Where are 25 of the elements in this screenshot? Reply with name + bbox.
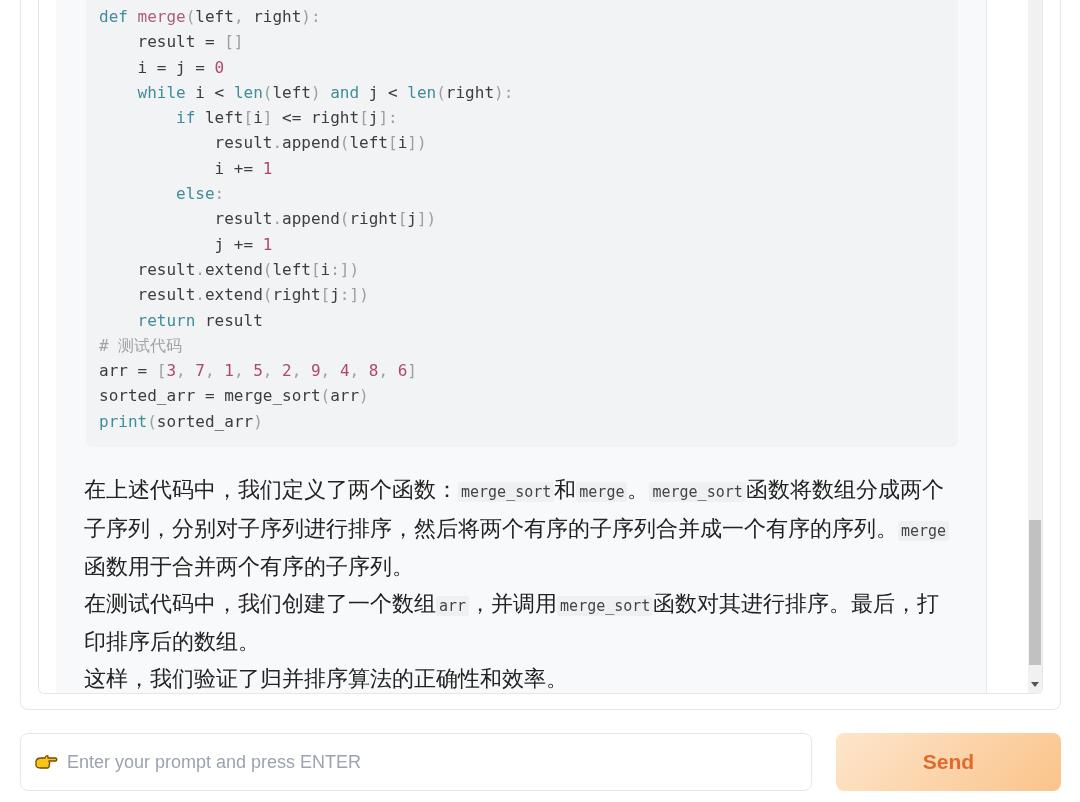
code-line: i += 1 bbox=[213, 157, 274, 180]
scrollbar-thumb[interactable] bbox=[1029, 520, 1041, 665]
code-line: result.extend(left[i:]) bbox=[136, 258, 361, 281]
send-button[interactable]: Send bbox=[836, 733, 1061, 791]
code-line: print(sorted_arr) bbox=[99, 410, 264, 433]
code-line: arr = [3, 7, 1, 5, 2, 9, 4, 8, 6] bbox=[99, 360, 418, 383]
code-line: if left[i] <= right[j]: bbox=[175, 107, 399, 130]
code-line: else: bbox=[175, 183, 226, 206]
code-line: while i < len(left) and j < len(right): bbox=[136, 81, 515, 104]
code-line: return result bbox=[136, 309, 264, 332]
code-line: result.append(right[j]) bbox=[213, 208, 438, 231]
code-line: # 测试代码 bbox=[99, 334, 184, 357]
paragraph: 这样，我们验证了归并排序算法的正确性和效率。 bbox=[84, 665, 569, 693]
paragraph: 在测试代码中，我们创建了一个数组 arr，并调用 merge_sort 函数对其进行排序。最后，打印排序后的数组。 bbox=[84, 589, 941, 657]
code-line: sorted_arr = merge_sort(arr) bbox=[99, 385, 370, 408]
prompt-field[interactable]: Enter your prompt and press ENTER bbox=[20, 733, 812, 791]
code-line: result.extend(right[j:]) bbox=[136, 284, 370, 307]
scroll-down-icon[interactable] bbox=[1031, 682, 1039, 687]
code-line: result.append(left[i]) bbox=[213, 132, 428, 155]
code-line: result = [] bbox=[136, 31, 245, 54]
code-line: i = j = 0 bbox=[136, 56, 226, 79]
code-line: j += 1 bbox=[213, 233, 274, 256]
scrollbar[interactable] bbox=[1028, 0, 1042, 693]
code-line: def merge(left, right): bbox=[99, 6, 322, 28]
paragraph: 在上述代码中，我们定义了两个函数：merge_sort 和 merge。merge_sort 函数将数组分成两个子序列，分别对子序列进行排序，然后将两个有序的子序列合并成一个有序的序列。merge 函数用于合并两个有序的子序列。 bbox=[84, 472, 954, 586]
